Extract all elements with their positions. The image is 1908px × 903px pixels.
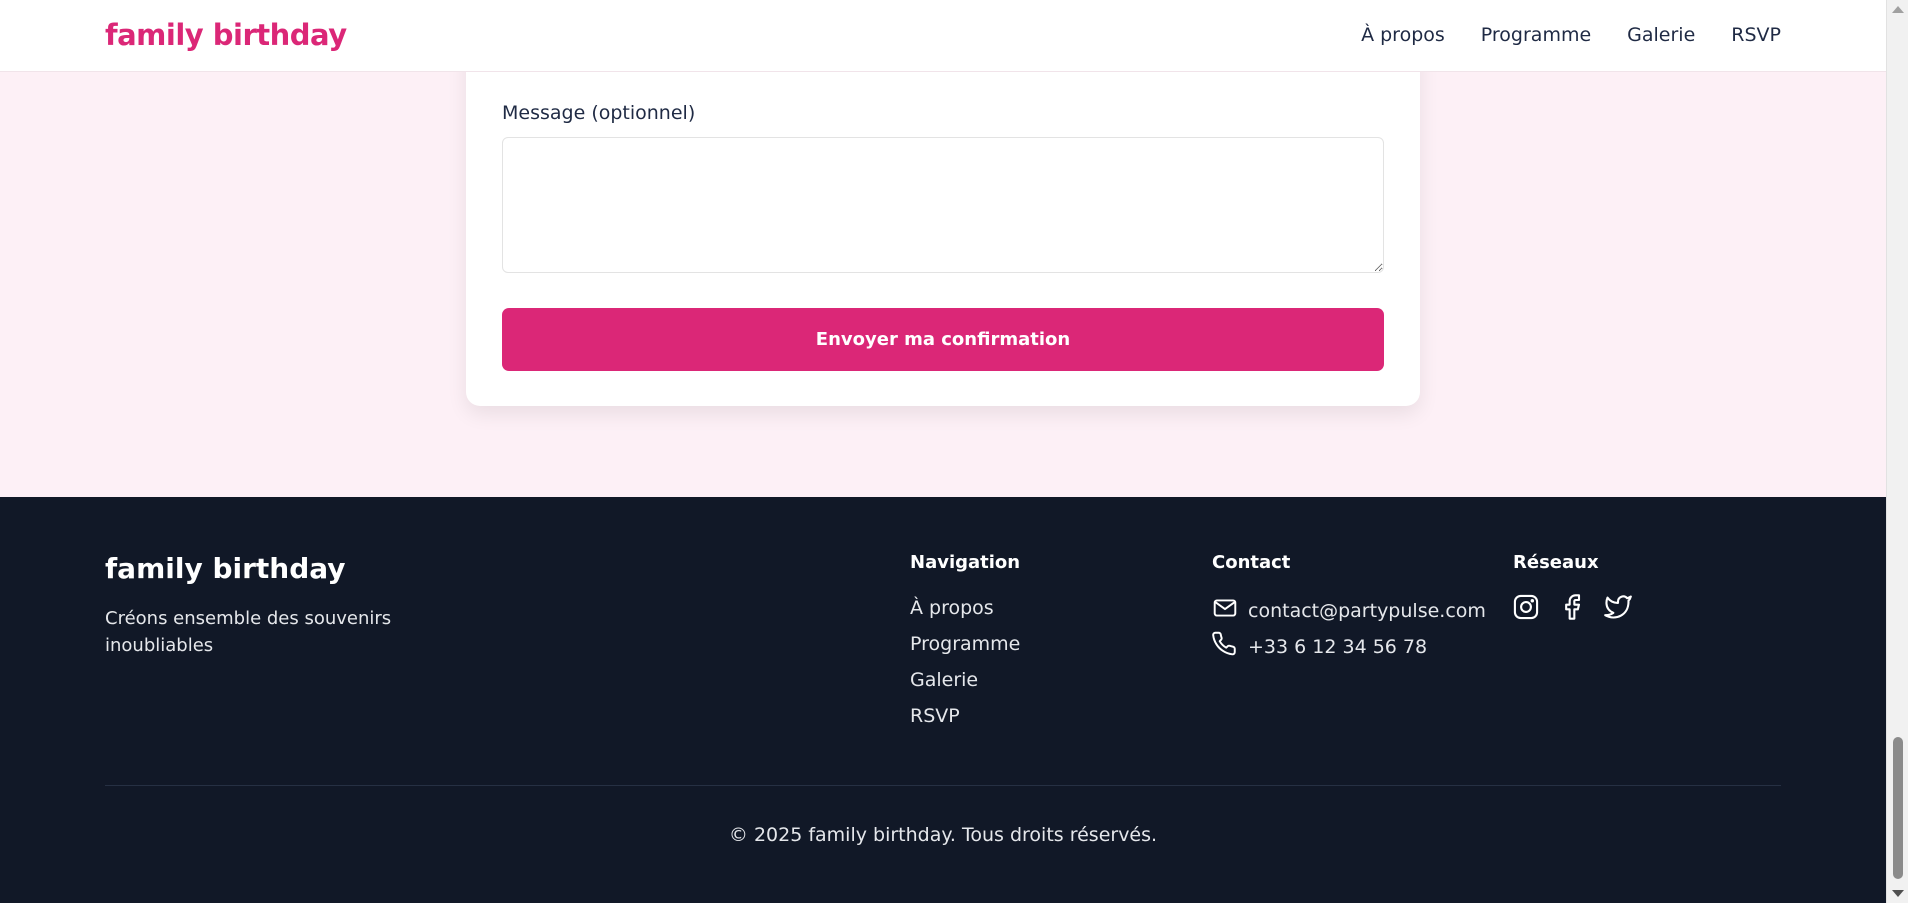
social-links — [1512, 593, 1632, 621]
page-scrollbar[interactable] — [1886, 0, 1908, 903]
instagram-icon[interactable] — [1512, 593, 1540, 621]
nav-link-programme[interactable]: Programme — [1481, 24, 1591, 46]
site-header: family birthday À propos Programme Galer… — [0, 0, 1886, 72]
footer-link-rsvp[interactable]: RSVP — [910, 705, 1020, 741]
site-footer: family birthday Créons ensemble des souv… — [0, 497, 1886, 903]
contact-phone[interactable]: +33 6 12 34 56 78 — [1212, 631, 1427, 662]
brand-logo[interactable]: family birthday — [105, 18, 347, 52]
main-nav: À propos Programme Galerie RSVP — [1361, 24, 1781, 46]
footer-link-a-propos[interactable]: À propos — [910, 597, 1020, 633]
submit-confirmation-button[interactable]: Envoyer ma confirmation — [502, 308, 1384, 371]
mail-icon — [1212, 595, 1238, 626]
footer-social-title: Réseaux — [1513, 552, 1599, 573]
nav-link-rsvp[interactable]: RSVP — [1731, 24, 1781, 46]
footer-contact-title: Contact — [1212, 552, 1291, 573]
twitter-icon[interactable] — [1604, 593, 1632, 621]
scroll-down-arrow-icon[interactable] — [1892, 890, 1904, 897]
footer-nav-list: À propos Programme Galerie RSVP — [910, 597, 1020, 741]
scrollbar-thumb[interactable] — [1893, 737, 1903, 879]
footer-brand: family birthday — [105, 552, 346, 585]
footer-tagline: Créons ensemble des souvenirs inoubliabl… — [105, 608, 392, 656]
rsvp-form-card: Message (optionnel) Envoyer ma confirmat… — [466, 40, 1420, 406]
contact-phone-text: +33 6 12 34 56 78 — [1248, 635, 1428, 658]
contact-email[interactable]: contact@partypulse.com — [1212, 595, 1486, 626]
footer-link-programme[interactable]: Programme — [910, 633, 1020, 669]
footer-navigation-title: Navigation — [910, 552, 1021, 573]
nav-link-a-propos[interactable]: À propos — [1361, 24, 1445, 46]
message-label: Message (optionnel) — [502, 102, 696, 124]
footer-divider — [105, 785, 1781, 786]
facebook-icon[interactable] — [1558, 593, 1586, 621]
footer-link-galerie[interactable]: Galerie — [910, 669, 1020, 705]
copyright-text: © 2025 family birthday. Tous droits rése… — [728, 824, 1158, 846]
scroll-up-arrow-icon[interactable] — [1892, 6, 1904, 13]
phone-icon — [1212, 631, 1238, 662]
nav-link-galerie[interactable]: Galerie — [1627, 24, 1695, 46]
message-textarea[interactable] — [502, 137, 1384, 273]
contact-email-text: contact@partypulse.com — [1248, 599, 1486, 622]
